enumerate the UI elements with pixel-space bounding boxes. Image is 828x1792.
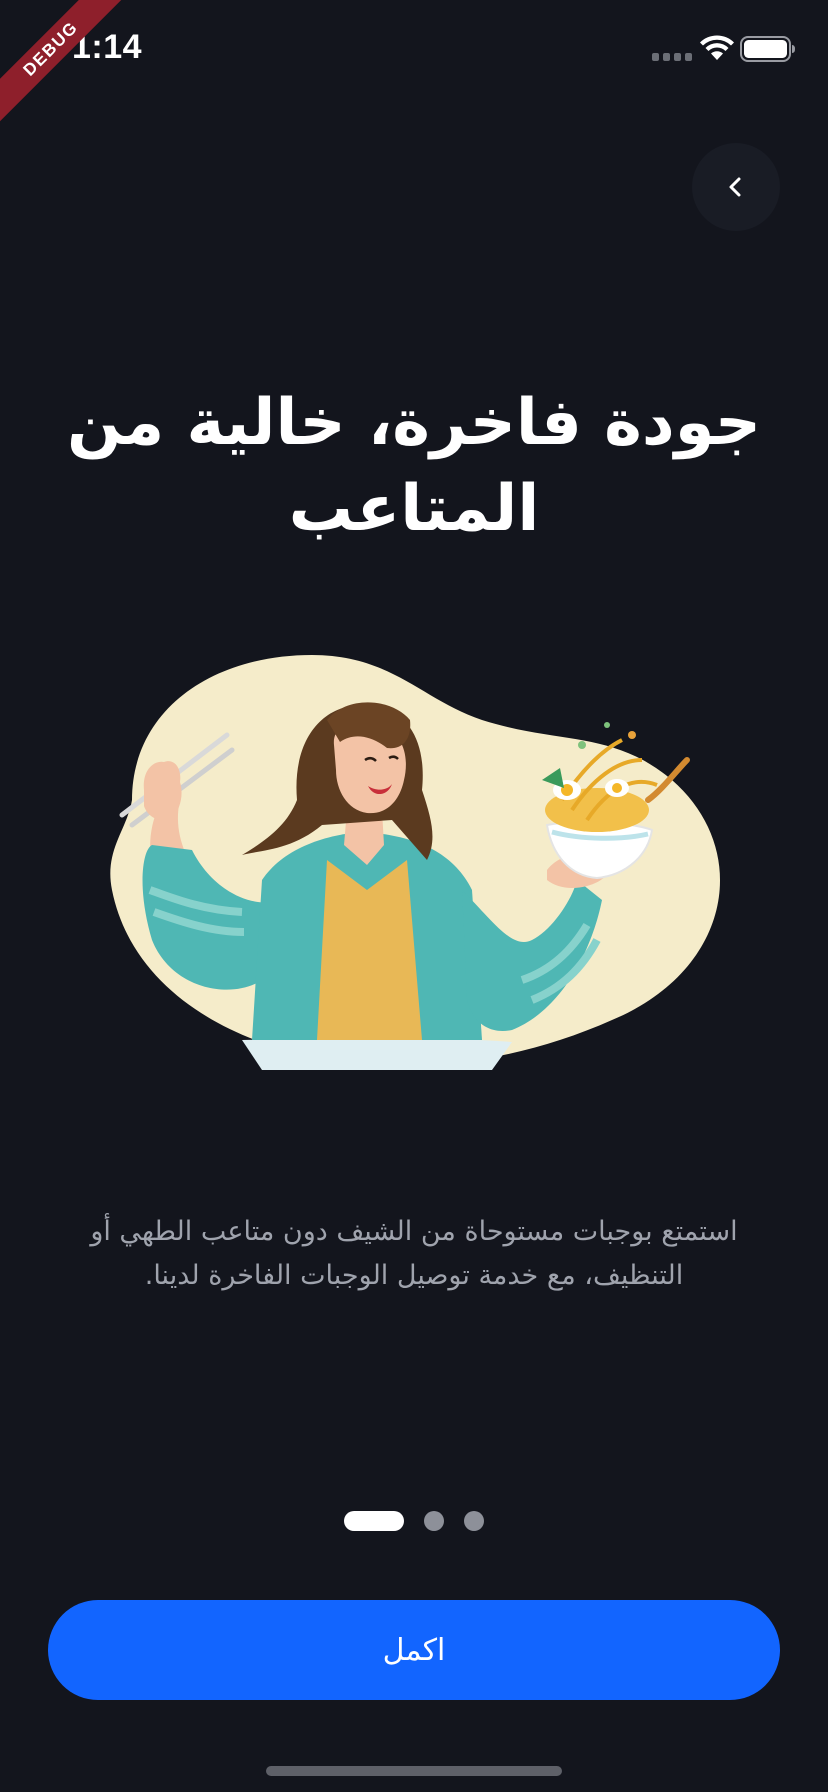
signal-dots-icon: [652, 53, 692, 61]
status-bar: 1:14: [0, 0, 828, 100]
onboarding-title: جودة فاخرة، خالية من المتاعب: [66, 386, 762, 546]
home-indicator: [266, 1766, 562, 1776]
back-button[interactable]: [692, 143, 780, 231]
wifi-icon: [700, 35, 734, 60]
onboarding-description: استمتع بوجبات مستوحاة من الشيف دون متاعب…: [90, 1216, 738, 1291]
woman-eating-ramen-illustration: [110, 655, 721, 1070]
page-dot: [424, 1511, 444, 1531]
onboarding-screen: 1:14 DEBUG جودة فاخرة، خالية من المتاعب: [0, 0, 828, 1792]
page-dot-active: [344, 1511, 404, 1531]
page-dot: [464, 1511, 484, 1531]
chevron-left-icon: [729, 177, 741, 197]
page-indicator: [0, 1510, 828, 1532]
continue-button[interactable]: اكمل: [48, 1600, 780, 1700]
battery-icon: [740, 36, 795, 62]
